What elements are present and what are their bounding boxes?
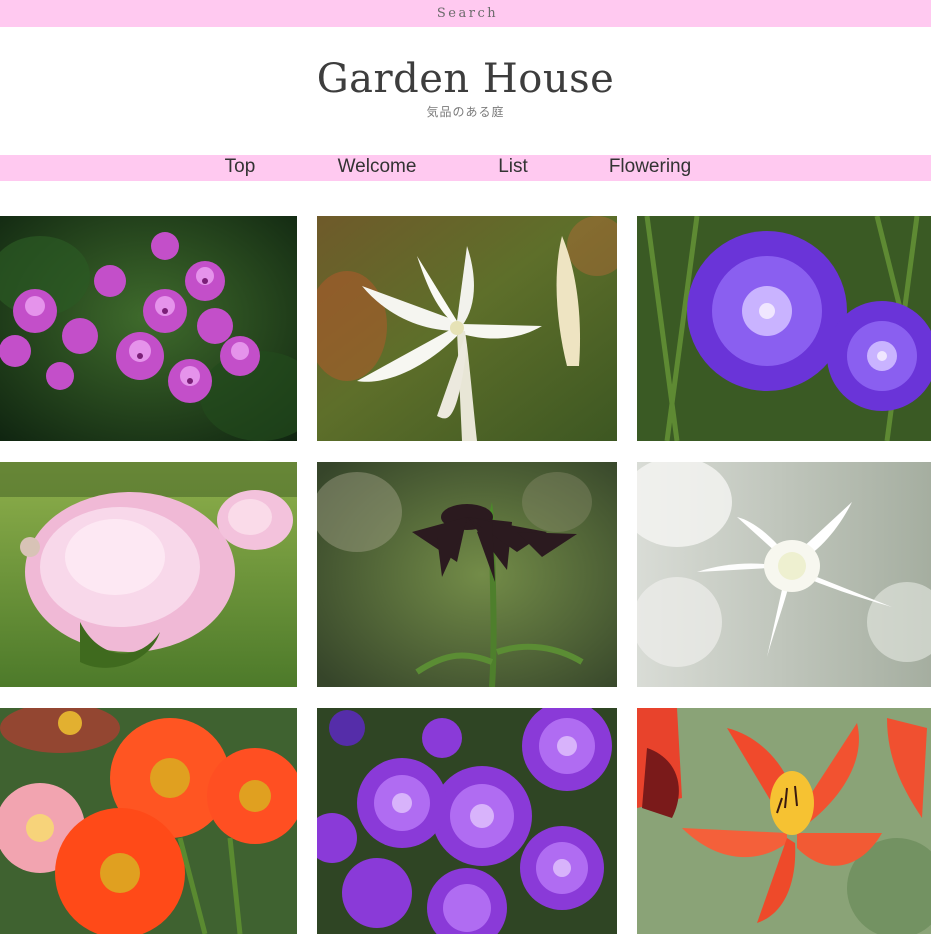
dark-fritillaria-image <box>317 462 617 687</box>
white-eucharis-image <box>637 462 931 687</box>
photo-white-eucharis[interactable] <box>637 462 931 687</box>
photo-peony[interactable] <box>0 462 297 687</box>
gerbera-image <box>0 708 297 934</box>
photo-dark-fritillaria[interactable] <box>317 462 617 687</box>
purple-cornflower-image <box>637 216 931 441</box>
nav-item-top[interactable]: Top <box>225 155 256 181</box>
dianthus-image <box>0 216 297 441</box>
photo-dianthus[interactable] <box>0 216 297 441</box>
alstroemeria-image <box>637 708 931 934</box>
nav-item-list[interactable]: List <box>498 155 528 181</box>
photo-white-lily[interactable] <box>317 216 617 441</box>
site-tagline: 気品のある庭 <box>426 105 505 119</box>
search-link[interactable]: Search <box>437 6 498 21</box>
top-search-bar: Search <box>0 0 931 27</box>
photo-purple-asters[interactable] <box>317 708 617 934</box>
photo-alstroemeria[interactable] <box>637 708 931 934</box>
nav-item-flowering[interactable]: Flowering <box>609 155 691 181</box>
white-lily-image <box>317 216 617 441</box>
site-title[interactable]: Garden House <box>0 50 931 108</box>
nav-item-welcome[interactable]: Welcome <box>338 155 417 181</box>
main-navigation: Top Welcome List Flowering <box>0 155 931 181</box>
photo-purple-cornflower[interactable] <box>637 216 931 441</box>
peony-image <box>0 462 297 687</box>
photo-gerbera[interactable] <box>0 708 297 934</box>
purple-asters-image <box>317 708 617 934</box>
site-branding: Garden House 気品のある庭 <box>0 50 931 120</box>
